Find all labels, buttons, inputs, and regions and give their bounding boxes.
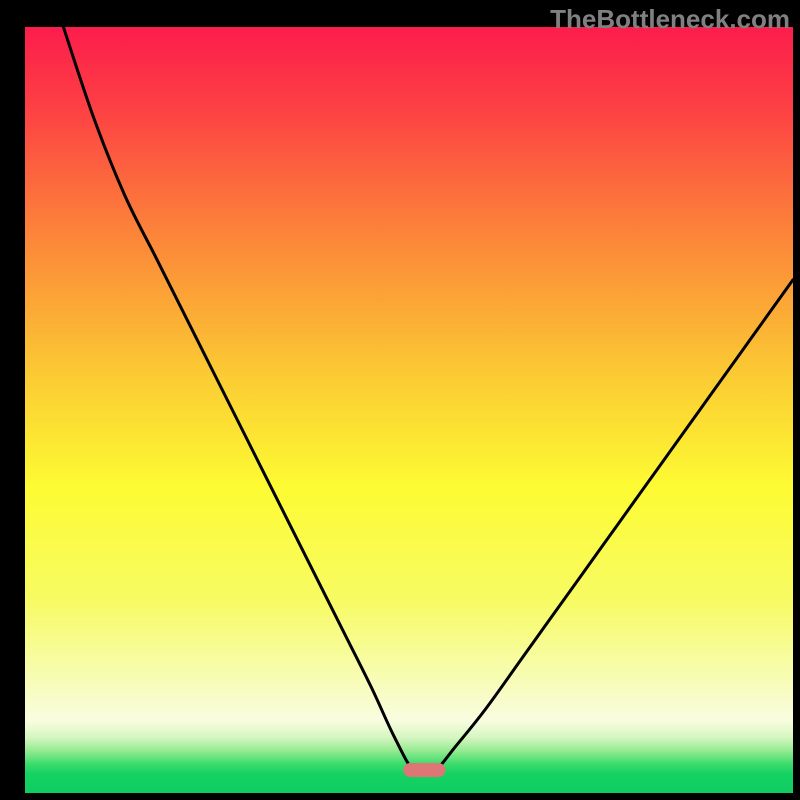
plot-background (25, 27, 793, 793)
chart-frame: TheBottleneck.com (0, 0, 800, 800)
bottleneck-chart (0, 0, 800, 800)
watermark-text: TheBottleneck.com (550, 4, 790, 35)
balance-marker (403, 763, 445, 777)
